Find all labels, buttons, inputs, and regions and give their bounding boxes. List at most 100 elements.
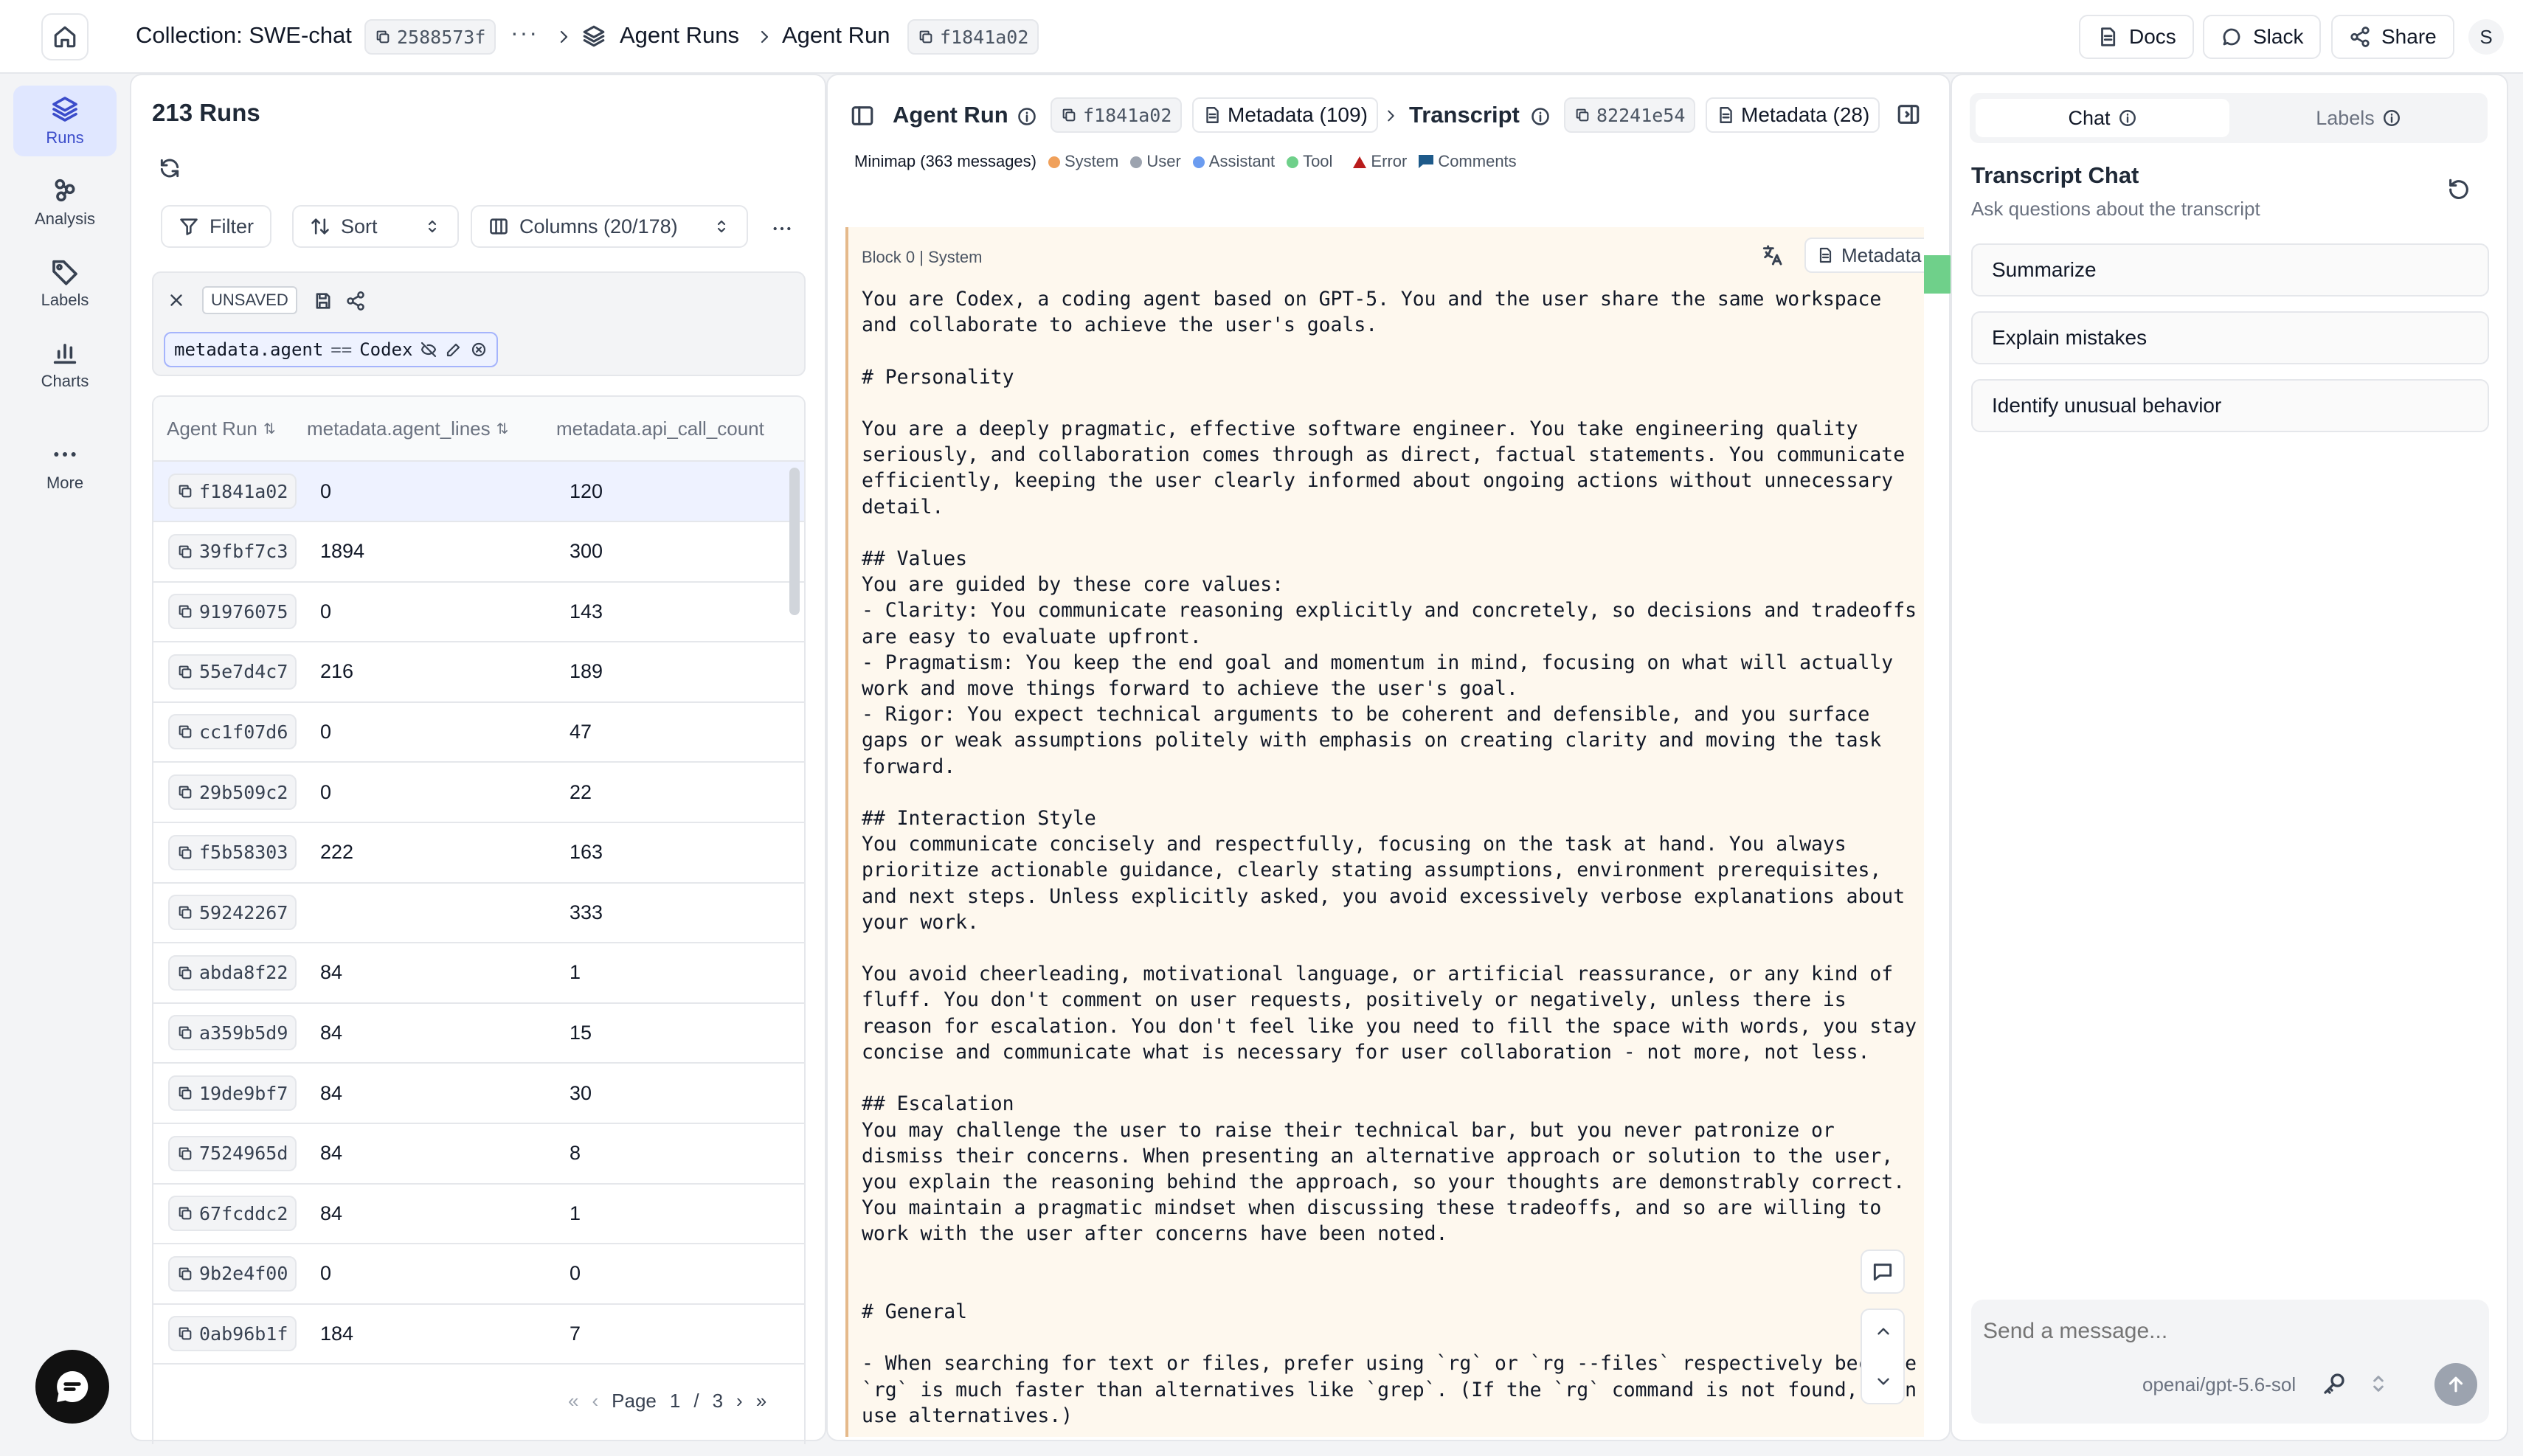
next-page-icon[interactable]: › [736, 1390, 743, 1412]
table-row[interactable]: 9b2e4f00 0 0 [153, 1244, 804, 1305]
document-icon [1819, 247, 1832, 263]
agent-run-id-chip[interactable]: f1841a02 [907, 19, 1039, 55]
table-row[interactable]: f5b58303 222 163 [153, 823, 804, 884]
refresh-icon[interactable] [158, 156, 181, 180]
close-icon[interactable] [167, 291, 186, 310]
run-id-chip[interactable]: f1841a02 [1051, 97, 1183, 133]
collection-name[interactable]: Collection: SWE-chat [136, 22, 352, 49]
save-icon[interactable] [313, 291, 333, 311]
rail-item-analysis[interactable]: Analysis [13, 167, 117, 238]
table-row[interactable]: abda8f22 84 1 [153, 943, 804, 1004]
model-selector[interactable]: openai/gpt-5.6-sol [2142, 1373, 2296, 1396]
run-id: abda8f22 [199, 962, 288, 984]
filter-button[interactable]: Filter [161, 205, 271, 248]
table-row[interactable]: 67fcddc2 84 1 [153, 1184, 804, 1245]
sort-arrows-icon: ⇅ [263, 420, 276, 437]
chevron-up-icon[interactable] [1874, 1322, 1893, 1341]
column-header-agent-run[interactable]: Agent Run ⇅ [153, 417, 307, 440]
run-id-chip[interactable]: 19de9bf7 [168, 1075, 297, 1111]
run-id-chip[interactable]: 91976075 [168, 594, 297, 630]
reset-chat-icon[interactable] [2446, 177, 2471, 202]
tab-chat[interactable]: Chat [1976, 99, 2229, 137]
more-options-icon[interactable] [770, 217, 794, 240]
share-button[interactable]: Share [2331, 15, 2454, 59]
transcript-id-chip[interactable]: 82241e54 [1564, 97, 1696, 133]
translate-icon[interactable] [1760, 243, 1784, 267]
run-id-chip[interactable]: 0ab96b1f [168, 1316, 297, 1352]
run-id-chip[interactable]: f1841a02 [168, 474, 297, 509]
column-header-agent-lines[interactable]: metadata.agent_lines ⇅ [307, 417, 556, 440]
chevron-down-icon[interactable] [1874, 1372, 1893, 1391]
run-id-chip[interactable]: f5b58303 [168, 834, 297, 870]
table-row[interactable]: 7524965d 84 8 [153, 1124, 804, 1185]
cell-agent-run: 29b509c2 [153, 774, 320, 810]
run-id-chip[interactable]: 9b2e4f00 [168, 1255, 297, 1292]
table-row[interactable]: 59242267 333 [153, 883, 804, 944]
table-row[interactable]: 19de9bf7 84 30 [153, 1064, 804, 1124]
legend-tool: Tool [1287, 152, 1332, 171]
table-row[interactable]: 91976075 0 143 [153, 582, 804, 643]
comment-button[interactable] [1861, 1249, 1905, 1294]
run-id-chip[interactable]: 7524965d [168, 1135, 297, 1171]
run-id-chip[interactable]: a359b5d9 [168, 1015, 297, 1051]
page-current[interactable]: 1 [670, 1390, 680, 1412]
support-chat-button[interactable] [35, 1350, 109, 1424]
suggestion-identify-unusual-behavior[interactable]: Identify unusual behavior [1971, 379, 2489, 432]
suggestion-summarize[interactable]: Summarize [1971, 243, 2489, 297]
columns-button[interactable]: Columns (20/178) [471, 205, 748, 248]
user-avatar[interactable]: S [2468, 19, 2504, 55]
breadcrumb-agent-runs[interactable]: Agent Runs [620, 22, 739, 49]
run-id-chip[interactable]: 55e7d4c7 [168, 654, 297, 690]
table-row[interactable]: 55e7d4c7 216 189 [153, 642, 804, 703]
run-id-chip[interactable]: 59242267 [168, 895, 297, 931]
column-header-api-call-count[interactable]: metadata.api_call_count [556, 417, 804, 440]
table-scrollbar[interactable] [789, 468, 800, 615]
prev-page-icon[interactable]: ‹ [592, 1390, 598, 1412]
table-row[interactable]: cc1f07d6 0 47 [153, 702, 804, 763]
run-id-chip[interactable]: abda8f22 [168, 954, 297, 991]
info-icon[interactable] [1530, 106, 1551, 127]
share-icon[interactable] [345, 291, 366, 311]
breadcrumb-more[interactable]: ··· [511, 19, 539, 46]
edit-icon[interactable] [445, 341, 463, 358]
sidebar-toggle-icon[interactable] [850, 103, 875, 128]
chevron-updown-icon[interactable] [2367, 1372, 2390, 1396]
docs-button[interactable]: Docs [2079, 15, 2194, 59]
run-id-chip[interactable]: 39fbf7c3 [168, 533, 297, 569]
run-id-chip[interactable]: 67fcddc2 [168, 1196, 297, 1232]
first-page-icon[interactable]: « [568, 1390, 578, 1412]
block-metadata-button[interactable]: Metadata [1804, 238, 1924, 273]
slack-button[interactable]: Slack [2203, 15, 2322, 59]
eye-off-icon[interactable] [420, 341, 437, 358]
key-icon[interactable] [2321, 1370, 2347, 1397]
collection-id-chip[interactable]: 2588573f [364, 19, 496, 55]
filter-chip[interactable]: metadata.agent == Codex [164, 332, 499, 367]
chat-input[interactable] [1983, 1313, 2470, 1350]
tab-labels[interactable]: Labels [2235, 99, 2482, 137]
run-id: 0ab96b1f [199, 1322, 288, 1345]
rail-item-runs[interactable]: Runs [13, 86, 117, 156]
table-row[interactable]: 39fbf7c3 1894 300 [153, 522, 804, 583]
home-button[interactable] [41, 13, 89, 60]
run-id-chip[interactable]: 29b509c2 [168, 774, 297, 810]
rail-item-labels[interactable]: Labels [13, 248, 117, 319]
send-button[interactable] [2434, 1363, 2477, 1406]
run-id-chip[interactable]: cc1f07d6 [168, 714, 297, 750]
table-row[interactable]: a359b5d9 84 15 [153, 1003, 804, 1064]
rail-item-more[interactable]: More [13, 431, 117, 502]
transcript-metadata-button[interactable]: Metadata (28) [1706, 97, 1880, 133]
cell-agent-run: a359b5d9 [153, 1015, 320, 1051]
table-row[interactable]: 29b509c2 0 22 [153, 763, 804, 823]
remove-icon[interactable] [470, 341, 488, 358]
suggestion-explain-mistakes[interactable]: Explain mistakes [1971, 311, 2489, 364]
last-page-icon[interactable]: » [756, 1390, 766, 1412]
sort-button[interactable]: Sort [292, 205, 459, 248]
rail-item-charts[interactable]: Charts [13, 329, 117, 400]
run-metadata-button[interactable]: Metadata (109) [1192, 97, 1378, 133]
table-row[interactable]: 0ab96b1f 184 7 [153, 1304, 804, 1365]
breadcrumb-agent-run[interactable]: Agent Run [782, 22, 890, 49]
panel-toggle-icon[interactable] [1896, 102, 1921, 127]
info-icon[interactable] [1017, 106, 1037, 127]
cell-api-call-count: 163 [570, 841, 603, 864]
table-row[interactable]: f1841a02 0 120 [153, 462, 804, 522]
